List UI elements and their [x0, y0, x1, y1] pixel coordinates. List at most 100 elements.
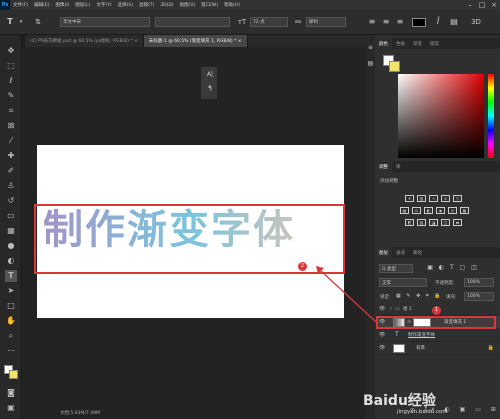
clone-stamp-tool-icon[interactable]: ♙ — [5, 180, 17, 192]
font-size-select[interactable]: 72 点 — [250, 17, 288, 27]
character-panel-icon[interactable]: ▤ — [448, 17, 460, 27]
tab-adjustments[interactable]: 调整 — [375, 161, 392, 172]
curves-icon[interactable]: ∿ — [429, 195, 438, 202]
tab-channels[interactable]: 通道 — [392, 247, 409, 258]
type-tool-icon[interactable]: T — [4, 17, 16, 27]
screen-mode-icon[interactable]: ▣ — [5, 402, 17, 414]
photo-filter-icon[interactable]: ◉ — [436, 207, 445, 214]
menu-3d[interactable]: 3D(D) — [157, 3, 176, 8]
text-color-swatch[interactable] — [412, 18, 426, 27]
eye-icon[interactable]: 👁 — [379, 332, 385, 338]
tab-gradients[interactable]: 渐变 — [409, 38, 426, 49]
tab-close-icon[interactable]: × — [134, 39, 138, 44]
posterize-icon[interactable]: ▨ — [417, 219, 426, 226]
color-balance-icon[interactable]: ⚖ — [412, 207, 421, 214]
menu-select[interactable]: 选择(S) — [115, 2, 136, 8]
gradient-tool-icon[interactable]: ▦ — [5, 225, 17, 237]
tab-untitled-1[interactable]: 未标题-1 @ 60.5% (渐变填充 1, RGB/8) * × — [143, 35, 248, 47]
brightness-icon[interactable]: ☀ — [405, 195, 414, 202]
history-brush-tool-icon[interactable]: ↺ — [5, 195, 17, 207]
chevron-right-icon[interactable]: › — [390, 306, 392, 312]
align-right-icon[interactable]: ≡ — [394, 17, 406, 27]
layer-filter-select[interactable]: Q 类型 — [379, 264, 413, 273]
tab-swatches[interactable]: 色板 — [392, 38, 409, 49]
eyedropper-tool-icon[interactable]: ⁄ — [5, 135, 17, 147]
3d-icon[interactable]: 3D — [470, 17, 482, 27]
tab-paths[interactable]: 路径 — [409, 247, 426, 258]
layer-filter-icons[interactable]: ▣ ◐ T ▢ ◫ — [418, 263, 488, 273]
layer-row-text[interactable]: 👁 T 制作渐变字体 — [376, 329, 500, 342]
eye-icon[interactable]: 👁 — [379, 345, 385, 351]
menu-view[interactable]: 视图(V) — [177, 2, 199, 8]
eye-icon[interactable]: 👁 — [379, 306, 385, 312]
invert-icon[interactable]: ◩ — [405, 219, 414, 226]
paragraph-icon[interactable]: ¶ — [204, 84, 216, 94]
fill-input[interactable]: 100% — [464, 292, 494, 301]
eraser-tool-icon[interactable]: ▭ — [5, 210, 17, 222]
tab-close-icon[interactable]: × — [238, 39, 242, 44]
dodge-tool-icon[interactable]: ◐ — [5, 255, 17, 267]
bg-color-swatch[interactable] — [389, 61, 400, 72]
menu-help[interactable]: 帮助(H) — [221, 2, 243, 8]
orientation-toggle-icon[interactable]: ⇅ — [32, 17, 44, 27]
background-color-swatch[interactable] — [9, 370, 18, 379]
hue-slider[interactable] — [488, 74, 494, 158]
crop-tool-icon[interactable]: ⌗ — [5, 105, 17, 117]
path-selection-tool-icon[interactable]: ➤ — [5, 285, 17, 297]
gradient-map-icon[interactable]: ▬ — [453, 219, 462, 226]
lasso-tool-icon[interactable]: ℓ — [5, 75, 17, 87]
move-tool-icon[interactable]: ✥ — [5, 45, 17, 57]
blend-mode-select[interactable]: 正常 — [379, 278, 427, 287]
marquee-tool-icon[interactable]: ⬚ — [5, 60, 17, 72]
layer-row-background[interactable]: 👁 背景 🔒 — [376, 342, 500, 355]
more-tools-icon[interactable]: ⋯ — [5, 345, 17, 357]
lock-icons[interactable]: ▦ ✎ ✥ ⌗ 🔒 — [396, 293, 443, 299]
blur-tool-icon[interactable]: ● — [5, 240, 17, 252]
maximize-button[interactable]: □ — [476, 1, 488, 9]
exposure-icon[interactable]: ± — [441, 195, 450, 202]
tab-libraries[interactable]: 库 — [392, 161, 405, 172]
menu-file[interactable]: 文件(F) — [10, 2, 31, 8]
menu-filter[interactable]: 滤镜(T) — [136, 2, 157, 8]
chevron-down-icon[interactable]: ▾ — [18, 17, 24, 27]
properties-icon[interactable]: ▤ — [366, 59, 375, 69]
close-button[interactable]: × — [488, 1, 500, 9]
antialias-select[interactable]: 犀利 — [306, 17, 346, 27]
channel-mixer-icon[interactable]: ◎ — [448, 207, 457, 214]
levels-icon[interactable]: ▥ — [417, 195, 426, 202]
healing-brush-tool-icon[interactable]: ✚ — [5, 150, 17, 162]
rectangle-tool-icon[interactable]: □ — [5, 300, 17, 312]
color-lookup-icon[interactable]: ▩ — [460, 207, 469, 214]
character-icon[interactable]: A| — [204, 70, 216, 80]
font-family-select[interactable]: 华文中宋 — [60, 17, 150, 27]
history-icon[interactable]: ≡ — [366, 43, 375, 53]
opacity-input[interactable]: 100% — [464, 278, 494, 287]
warp-text-icon[interactable]: Ĩ — [432, 17, 444, 27]
selective-color-icon[interactable]: ◫ — [441, 219, 450, 226]
vibrance-icon[interactable]: ▽ — [453, 195, 462, 202]
quick-select-tool-icon[interactable]: ✎ — [5, 90, 17, 102]
menu-image[interactable]: 图像(I) — [52, 2, 72, 8]
tab-template-psd[interactable]: (C) PS技巧模板.psd @ 60.5% (ps图标, RGB/8) * × — [25, 35, 144, 47]
frame-tool-icon[interactable]: ⊠ — [5, 120, 17, 132]
color-spectrum[interactable] — [398, 74, 484, 158]
zoom-tool-icon[interactable]: ⌕ — [5, 330, 17, 342]
quick-mask-icon[interactable]: ◙ — [5, 387, 17, 399]
brush-tool-icon[interactable]: ✐ — [5, 165, 17, 177]
tab-layers[interactable]: 图层 — [375, 247, 392, 258]
type-tool-icon[interactable]: T — [5, 270, 17, 282]
menu-layer[interactable]: 图层(L) — [72, 2, 93, 8]
threshold-icon[interactable]: ◪ — [429, 219, 438, 226]
black-white-icon[interactable]: ◧ — [424, 207, 433, 214]
align-center-icon[interactable]: ≡ — [380, 17, 392, 27]
minimize-button[interactable]: – — [464, 1, 476, 9]
hand-tool-icon[interactable]: ✋ — [5, 315, 17, 327]
align-left-icon[interactable]: ≡ — [366, 17, 378, 27]
font-style-select[interactable]: - — [155, 17, 230, 27]
tab-patterns[interactable]: 图案 — [426, 38, 443, 49]
menu-type[interactable]: 文字(Y) — [93, 2, 114, 8]
hue-saturation-icon[interactable]: ▦ — [400, 207, 409, 214]
menu-edit[interactable]: 编辑(E) — [31, 2, 52, 8]
menu-window[interactable]: 窗口(W) — [198, 2, 221, 8]
tab-color[interactable]: 颜色 — [375, 38, 392, 49]
